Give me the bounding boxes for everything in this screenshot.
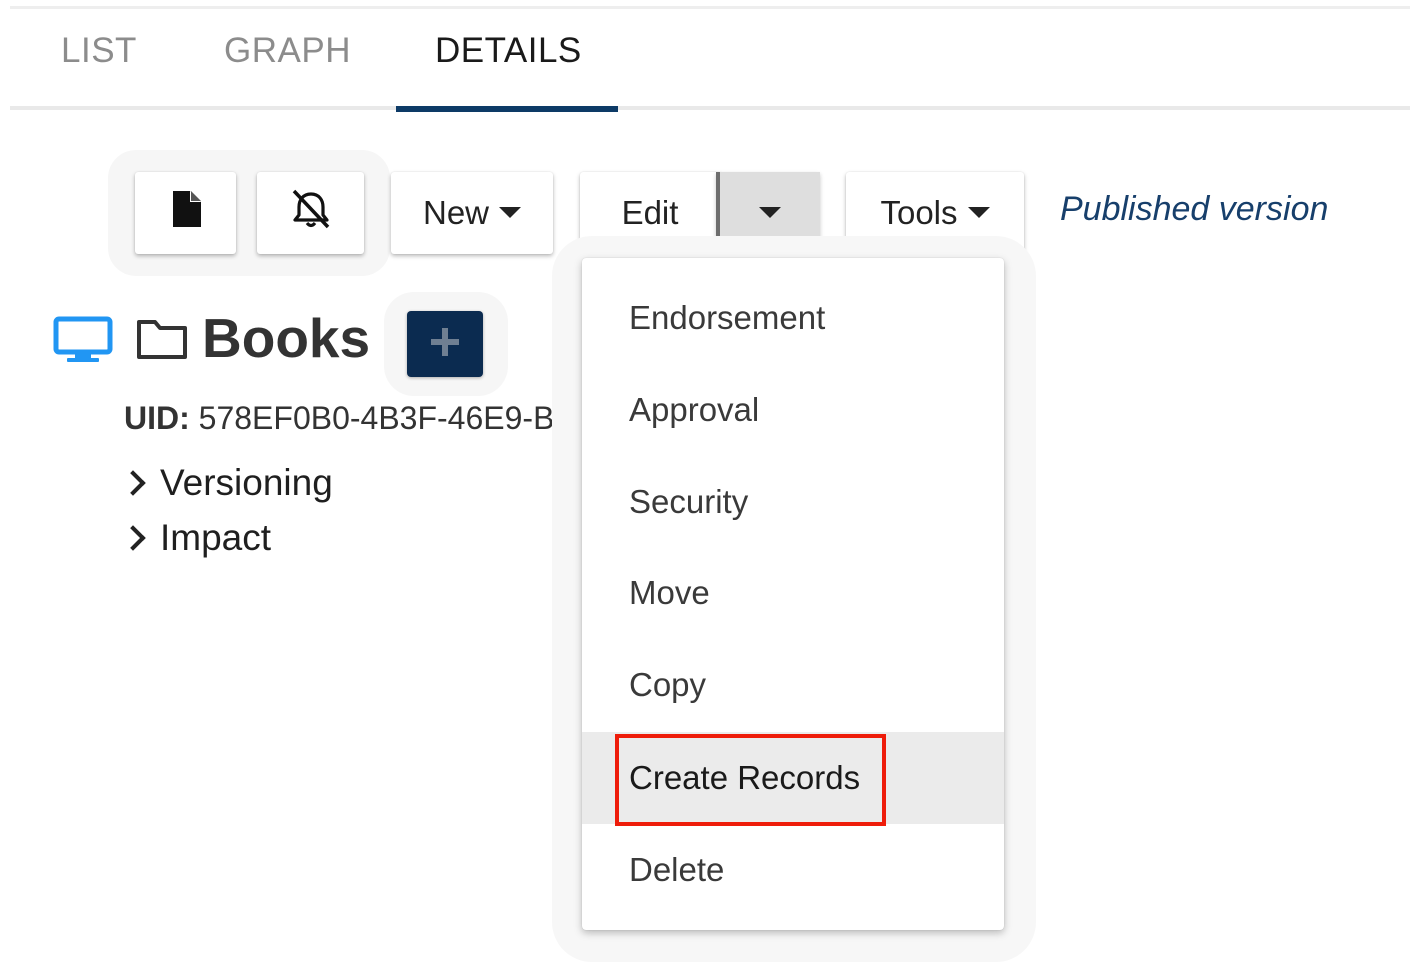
edit-button-label: Edit xyxy=(621,194,679,231)
section-versioning[interactable]: Versioning xyxy=(120,462,333,504)
plus-icon xyxy=(430,327,460,362)
chevron-right-icon xyxy=(120,470,146,496)
menu-item-security[interactable]: Security xyxy=(582,456,1004,548)
active-tab-indicator xyxy=(396,106,618,112)
document-button[interactable] xyxy=(135,172,236,254)
menu-item-move[interactable]: Move xyxy=(582,547,1004,639)
page-title: Books xyxy=(202,307,371,369)
version-status: Published version xyxy=(1060,190,1329,228)
tab-details[interactable]: DETAILS xyxy=(435,31,582,111)
section-impact[interactable]: Impact xyxy=(120,517,272,559)
file-icon xyxy=(171,191,201,235)
menu-item-delete[interactable]: Delete xyxy=(582,824,1004,916)
caret-down-icon xyxy=(499,206,522,218)
tab-bar: LIST GRAPH DETAILS xyxy=(10,9,1410,112)
new-dropdown-button[interactable]: New xyxy=(391,172,553,254)
menu-item-approval[interactable]: Approval xyxy=(582,364,1004,456)
highlight-annotation-box xyxy=(615,734,886,826)
uid-value: 578EF0B0-4B3F-46E9-BC xyxy=(189,400,578,436)
chevron-right-icon xyxy=(120,525,146,551)
caret-down-icon xyxy=(759,206,781,218)
caret-down-icon xyxy=(967,206,990,218)
menu-item-copy[interactable]: Copy xyxy=(582,639,1004,731)
bell-off-icon xyxy=(289,189,333,237)
tab-graph[interactable]: GRAPH xyxy=(224,31,351,111)
new-button-label: New xyxy=(422,194,490,231)
folder-icon xyxy=(136,318,188,365)
section-label: Versioning xyxy=(160,462,333,503)
notifications-toggle-button[interactable] xyxy=(257,172,364,254)
menu-item-endorsement[interactable]: Endorsement xyxy=(582,272,1004,364)
section-label: Impact xyxy=(160,517,272,558)
desktop-icon xyxy=(53,316,113,369)
tab-list[interactable]: LIST xyxy=(61,31,137,111)
tab-baseline xyxy=(10,106,1410,110)
tools-button-label: Tools xyxy=(880,194,958,231)
page: LIST GRAPH DETAILS New Edit Tools Publis… xyxy=(0,0,1418,964)
uid-row: UID: 578EF0B0-4B3F-46E9-BC xyxy=(124,400,586,437)
uid-label: UID: xyxy=(124,400,190,436)
edit-dropdown-menu: Endorsement Approval Security Move Copy … xyxy=(582,258,1004,930)
add-child-button[interactable] xyxy=(407,311,483,377)
